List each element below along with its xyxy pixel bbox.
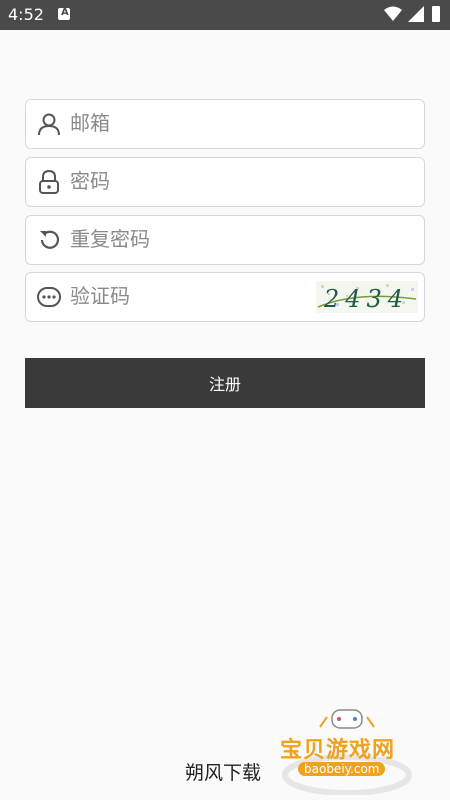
footer-text: 朔风下载 (185, 762, 262, 784)
watermark-title: 宝贝游戏网 (280, 738, 396, 763)
lock-icon (39, 169, 59, 194)
signal-icon (408, 6, 424, 22)
confirm-password-field[interactable] (25, 215, 425, 265)
register-button[interactable]: 注册 (25, 358, 425, 408)
captcha-image[interactable]: 2434 (316, 281, 418, 313)
captcha-field[interactable]: 2434 (25, 272, 425, 322)
watermark-url: baobeiy.com (298, 762, 386, 776)
notification-a-letter: A (61, 7, 69, 18)
status-bar: 4:52 A (0, 0, 450, 30)
wifi-icon (384, 6, 402, 21)
refresh-icon (40, 230, 60, 249)
confirm-password-input[interactable] (70, 216, 320, 262)
email-input[interactable] (70, 100, 320, 146)
password-field[interactable] (25, 157, 425, 207)
password-input[interactable] (70, 158, 320, 204)
battery-icon (432, 6, 440, 22)
notification-a-icon: A (58, 7, 70, 20)
captcha-input[interactable] (70, 273, 320, 319)
status-time: 4:52 (8, 5, 44, 24)
chat-dots-icon (37, 287, 61, 307)
user-icon (38, 113, 60, 136)
captcha-code: 2434 (323, 285, 409, 313)
email-field[interactable] (25, 99, 425, 149)
